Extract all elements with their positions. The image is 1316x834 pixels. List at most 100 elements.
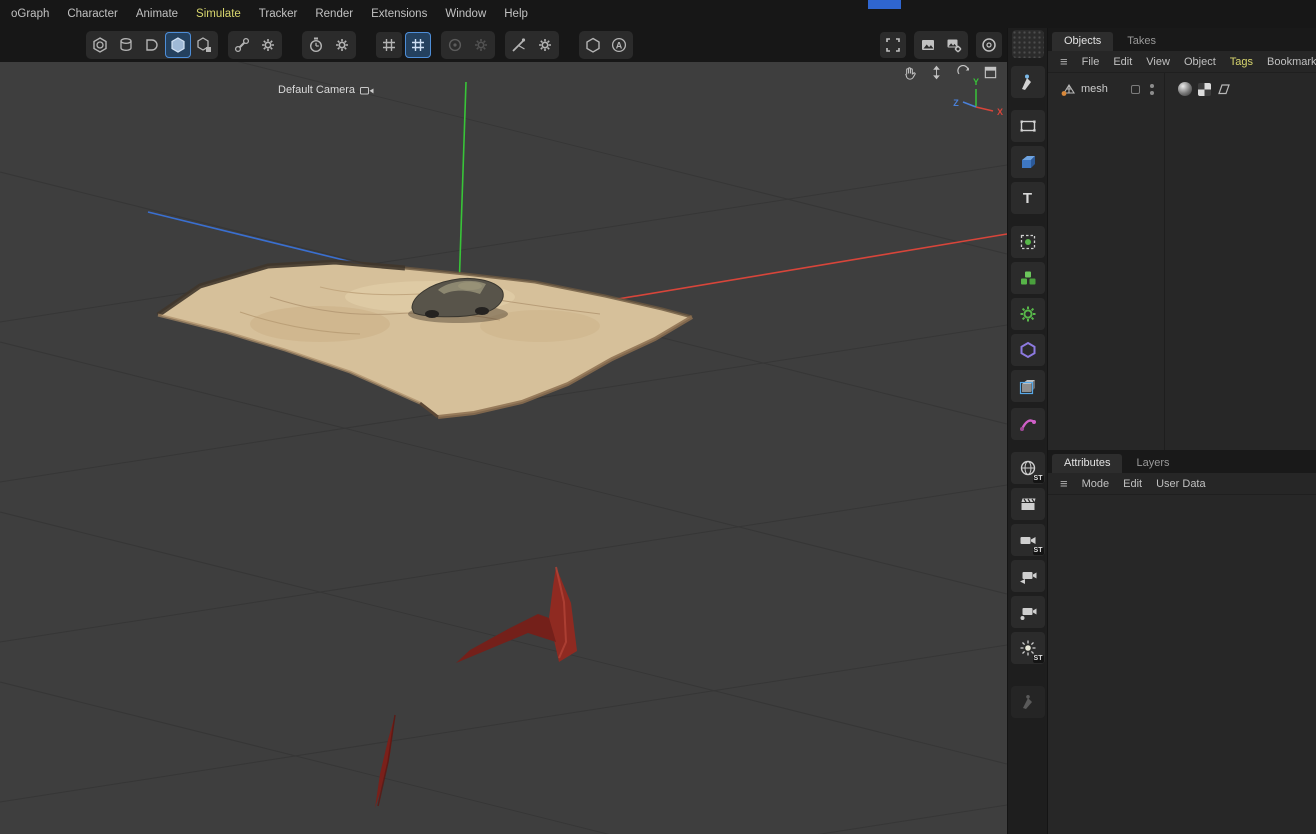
x-axis-line[interactable]: [600, 234, 1007, 302]
viewport-grid: [0, 62, 1007, 834]
terrain-mesh[interactable]: [158, 262, 692, 417]
strip-grip-handle[interactable]: [1012, 30, 1044, 58]
tree-column-divider[interactable]: [1164, 73, 1165, 450]
menu-window[interactable]: Window: [436, 0, 495, 28]
joint-settings-gear-icon[interactable]: [255, 32, 281, 58]
object-mode-icon[interactable]: [191, 32, 217, 58]
joint-tool-icon[interactable]: [229, 32, 255, 58]
camera-st-icon[interactable]: ST: [1011, 524, 1045, 556]
workplane-grid-icon[interactable]: [376, 32, 402, 58]
timer-tool-icon[interactable]: [303, 32, 329, 58]
attributes-menu-mode[interactable]: Mode: [1082, 478, 1110, 490]
annotate-tool-icon[interactable]: A: [606, 32, 632, 58]
instance-icon[interactable]: [1011, 226, 1045, 258]
tab-takes[interactable]: Takes: [1115, 32, 1168, 51]
objects-menu-file[interactable]: File: [1082, 56, 1100, 68]
texture-tag-icon[interactable]: [1178, 82, 1192, 96]
pan-hand-icon[interactable]: [900, 64, 918, 80]
target-disabled-icon[interactable]: [442, 32, 468, 58]
cube-primitive-icon[interactable]: [1011, 146, 1045, 178]
viewport-nav-icons: [900, 64, 999, 80]
maximize-icon[interactable]: [981, 64, 999, 80]
attributes-tabbar: Attributes Layers: [1048, 450, 1316, 473]
tree-row-mesh[interactable]: mesh: [1048, 80, 1316, 98]
attributes-hamburger-icon[interactable]: ≡: [1060, 476, 1068, 491]
tab-objects[interactable]: Objects: [1052, 32, 1113, 51]
window-accent-bar: [868, 0, 901, 9]
text-object-icon[interactable]: T: [1011, 182, 1045, 214]
stage-icon[interactable]: [1011, 488, 1045, 520]
orbit-icon[interactable]: [954, 64, 972, 80]
annotate-tool-group: A: [579, 31, 633, 59]
camera-label[interactable]: Default Camera: [278, 84, 374, 96]
viewport-3d-scene[interactable]: Y X Z: [0, 62, 1007, 834]
objects-hamburger-icon[interactable]: ≡: [1060, 54, 1068, 69]
objects-menu-edit[interactable]: Edit: [1113, 56, 1132, 68]
object-tree[interactable]: mesh: [1048, 73, 1316, 450]
objects-tabbar: Objects Takes: [1048, 28, 1316, 51]
light-st-icon[interactable]: ST: [1011, 632, 1045, 664]
tab-layers[interactable]: Layers: [1124, 454, 1181, 473]
menu-help[interactable]: Help: [495, 0, 537, 28]
menu-animate[interactable]: Animate: [127, 0, 187, 28]
menu-mograph[interactable]: oGraph: [2, 0, 58, 28]
objects-menu-tags[interactable]: Tags: [1230, 56, 1253, 68]
y-axis-line[interactable]: [459, 82, 466, 290]
render-tool-group: [880, 31, 1002, 59]
dolly-icon[interactable]: [927, 64, 945, 80]
attributes-menu-edit[interactable]: Edit: [1123, 478, 1142, 490]
interactive-render-icon[interactable]: [976, 32, 1002, 58]
object-tags: [1178, 82, 1231, 96]
snap-grid-icon[interactable]: [405, 32, 431, 58]
knife-tool-icon[interactable]: [506, 32, 532, 58]
objects-menu-view[interactable]: View: [1146, 56, 1170, 68]
menu-simulate[interactable]: Simulate: [187, 0, 250, 28]
timer-settings-gear-icon[interactable]: [329, 32, 355, 58]
tab-attributes[interactable]: Attributes: [1052, 454, 1122, 473]
uvw-tag-icon[interactable]: [1198, 83, 1211, 96]
rectangle-spline-icon[interactable]: [1011, 110, 1045, 142]
model-mode-icon[interactable]: [113, 32, 139, 58]
camera-dot-icon[interactable]: [1011, 596, 1045, 628]
volume-cube-icon[interactable]: [1011, 370, 1045, 402]
visibility-dots[interactable]: [1150, 84, 1154, 95]
render-view-icon[interactable]: [915, 32, 941, 58]
menu-render[interactable]: Render: [306, 0, 362, 28]
menu-character[interactable]: Character: [58, 0, 127, 28]
render-buttons-group: [914, 31, 968, 59]
mesh-object-icon: [1060, 81, 1076, 97]
st-badge: ST: [1033, 655, 1044, 663]
axis-x-label: X: [997, 107, 1003, 117]
frame-region-icon[interactable]: [880, 32, 906, 58]
attributes-menu-userdata[interactable]: User Data: [1156, 478, 1206, 490]
sky-environment-icon[interactable]: ST: [1011, 452, 1045, 484]
mode-tool-group: [86, 31, 218, 59]
target-gear-disabled-icon[interactable]: [468, 32, 494, 58]
generator-gear-icon[interactable]: [1011, 298, 1045, 330]
render-settings-icon[interactable]: [941, 32, 967, 58]
ngon-tool-icon[interactable]: [580, 32, 606, 58]
st-badge: ST: [1033, 547, 1044, 555]
deformer-icon[interactable]: [1011, 408, 1045, 440]
objects-menu-object[interactable]: Object: [1184, 56, 1216, 68]
cloner-icon[interactable]: [1011, 262, 1045, 294]
ribbon-mesh-upper[interactable]: [456, 567, 577, 663]
menu-tracker[interactable]: Tracker: [250, 0, 307, 28]
knife-settings-gear-icon[interactable]: [532, 32, 558, 58]
viewport[interactable]: Y X Z Default Camera: [0, 62, 1007, 834]
mesh-object-label: mesh: [1081, 83, 1115, 95]
menu-extensions[interactable]: Extensions: [362, 0, 436, 28]
disabled-pen-icon[interactable]: [1011, 686, 1045, 718]
texture-mode-icon[interactable]: [139, 32, 165, 58]
layer-state-square[interactable]: [1131, 85, 1140, 94]
spline-pen-icon[interactable]: [1011, 66, 1045, 98]
camera-back-icon[interactable]: [1011, 560, 1045, 592]
menubar: oGraph Character Animate Simulate Tracke…: [0, 0, 1316, 28]
simulate-mode-icon[interactable]: [165, 32, 191, 58]
objects-menu-bookmarks[interactable]: Bookmarks: [1267, 56, 1316, 68]
polygon-selection-tag-icon[interactable]: [1217, 82, 1231, 96]
ribbon-mesh-lower[interactable]: [375, 715, 395, 808]
ngon-hexagon-icon[interactable]: [1011, 334, 1045, 366]
axis-orientation-indicator[interactable]: Y X Z: [953, 77, 1003, 117]
make-editable-icon[interactable]: [87, 32, 113, 58]
